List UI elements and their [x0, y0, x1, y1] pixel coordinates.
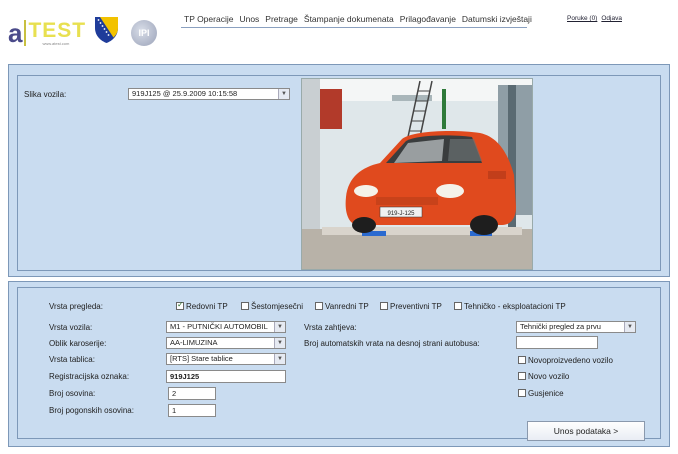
nav-underline	[181, 27, 527, 28]
chevron-down-icon: ▼	[278, 89, 289, 99]
plate-type-label: Vrsta tablica:	[49, 355, 95, 364]
checkbox-novoproizvedeno[interactable]	[518, 356, 526, 364]
checkbox-novo-vozilo[interactable]	[518, 372, 526, 380]
nav-stampanje[interactable]: Štampanje dokumenata	[304, 14, 394, 24]
label-vanredni-tp: Vanredni TP	[325, 302, 369, 311]
vehicle-image-panel: Slika vozila: 919J125 @ 25.9.2009 10:15:…	[8, 64, 670, 277]
registration-input[interactable]: 919J125	[166, 370, 286, 383]
drive-axles-input[interactable]: 1	[168, 404, 216, 417]
checkbox-gusjenice[interactable]	[518, 389, 526, 397]
inspection-type-label: Vrsta pregleda:	[49, 302, 103, 311]
nav-tp-operacije[interactable]: TP Operacije	[184, 14, 233, 24]
ipi-logo: IPI	[131, 20, 157, 46]
nav-datumski-izvjestaji[interactable]: Datumski izvještaji	[462, 14, 532, 24]
vehicle-image-select-value: 919J125 @ 25.9.2009 10:15:58	[132, 89, 238, 98]
label-sestomjesecni: Šestomjesečni	[251, 302, 304, 311]
request-type-value: Tehnički pregled za prvu	[520, 322, 601, 331]
chevron-down-icon: ▼	[624, 322, 635, 332]
bih-shield-icon	[95, 17, 118, 43]
chevron-down-icon: ▼	[274, 354, 285, 364]
submit-button[interactable]: Unos podataka >	[527, 421, 645, 441]
plate-type-select[interactable]: [RTS] Stare tablice ▼	[166, 353, 286, 365]
inspection-form-panel: Vrsta pregleda: Redovni TP Šestomjesečni…	[8, 281, 670, 447]
car-photo-illustration: 919-J-125	[302, 79, 532, 269]
vehicle-image-select[interactable]: 919J125 @ 25.9.2009 10:15:58 ▼	[128, 88, 290, 100]
vehicle-type-label: Vrsta vozila:	[49, 323, 93, 332]
label-novo-vozilo: Novo vozilo	[528, 372, 570, 381]
checkbox-preventivni-tp[interactable]	[380, 302, 388, 310]
request-type-select[interactable]: Tehnički pregled za prvu ▼	[516, 321, 636, 333]
logo-subtitle: www.atest.com	[42, 41, 70, 46]
body-shape-value: AA-LIMUZINA	[170, 338, 218, 347]
label-redovni-tp: Redovni TP	[186, 302, 228, 311]
body-shape-label: Oblik karoserije:	[49, 339, 107, 348]
plate-type-value: [RTS] Stare tablice	[170, 354, 233, 363]
label-gusjenice: Gusjenice	[528, 389, 564, 398]
axles-input[interactable]: 2	[168, 387, 216, 400]
vehicle-image-section: Slika vozila: 919J125 @ 25.9.2009 10:15:…	[17, 75, 661, 271]
nav-pretrage[interactable]: Pretrage	[265, 14, 298, 24]
request-type-label: Vrsta zahtjeva:	[304, 323, 357, 332]
body-shape-select[interactable]: AA-LIMUZINA ▼	[166, 337, 286, 349]
inspection-form: Vrsta pregleda: Redovni TP Šestomjesečni…	[17, 287, 661, 441]
checkbox-sestomjesecni[interactable]	[241, 302, 249, 310]
vehicle-image-label: Slika vozila:	[24, 90, 67, 99]
logo-separator	[24, 20, 27, 46]
logo-letter: a	[8, 18, 23, 48]
logo-word: TEST	[28, 19, 87, 42]
main-nav: TP Operacije Unos Pretrage Štampanje dok…	[184, 14, 532, 24]
doors-input[interactable]	[516, 336, 598, 349]
logout-link[interactable]: Odjava	[601, 15, 622, 22]
messages-link[interactable]: Poruke (0)	[567, 15, 597, 22]
license-plate-text: 919-J-125	[387, 211, 415, 217]
chevron-down-icon: ▼	[274, 322, 285, 332]
axles-label: Broj osovina:	[49, 389, 96, 398]
registration-label: Registracijska oznaka:	[49, 372, 130, 381]
checkbox-redovni-tp[interactable]	[176, 300, 184, 310]
vehicle-photo: 919-J-125	[301, 78, 533, 270]
nav-unos[interactable]: Unos	[239, 14, 259, 24]
logo-test: TEST www.atest.com	[28, 20, 85, 47]
label-novoproizvedeno: Novoproizvedeno vozilo	[528, 356, 613, 365]
drive-axles-label: Broj pogonskih osovina:	[49, 406, 134, 415]
checkbox-vanredni-tp[interactable]	[315, 302, 323, 310]
doors-label: Broj automatskih vrata na desnoj strani …	[304, 339, 480, 348]
chevron-down-icon: ▼	[274, 338, 285, 348]
header: a TEST www.atest.com IPI TP Operacije Un…	[0, 0, 678, 56]
vehicle-type-value: M1 - PUTNIČKI AUTOMOBIL	[170, 322, 268, 331]
label-tehnicko-eksploatacioni: Tehničko - eksploatacioni TP	[464, 302, 566, 311]
nav-prilagodjavanje[interactable]: Prilagođavanje	[400, 14, 456, 24]
checkbox-tehnicko-eksploatacioni[interactable]	[454, 302, 462, 310]
atest-logo[interactable]: a TEST www.atest.com	[8, 16, 85, 48]
vehicle-type-select[interactable]: M1 - PUTNIČKI AUTOMOBIL ▼	[166, 321, 286, 333]
label-preventivni-tp: Preventivni TP	[390, 302, 442, 311]
user-links: Poruke (0) Odjava	[567, 15, 622, 22]
